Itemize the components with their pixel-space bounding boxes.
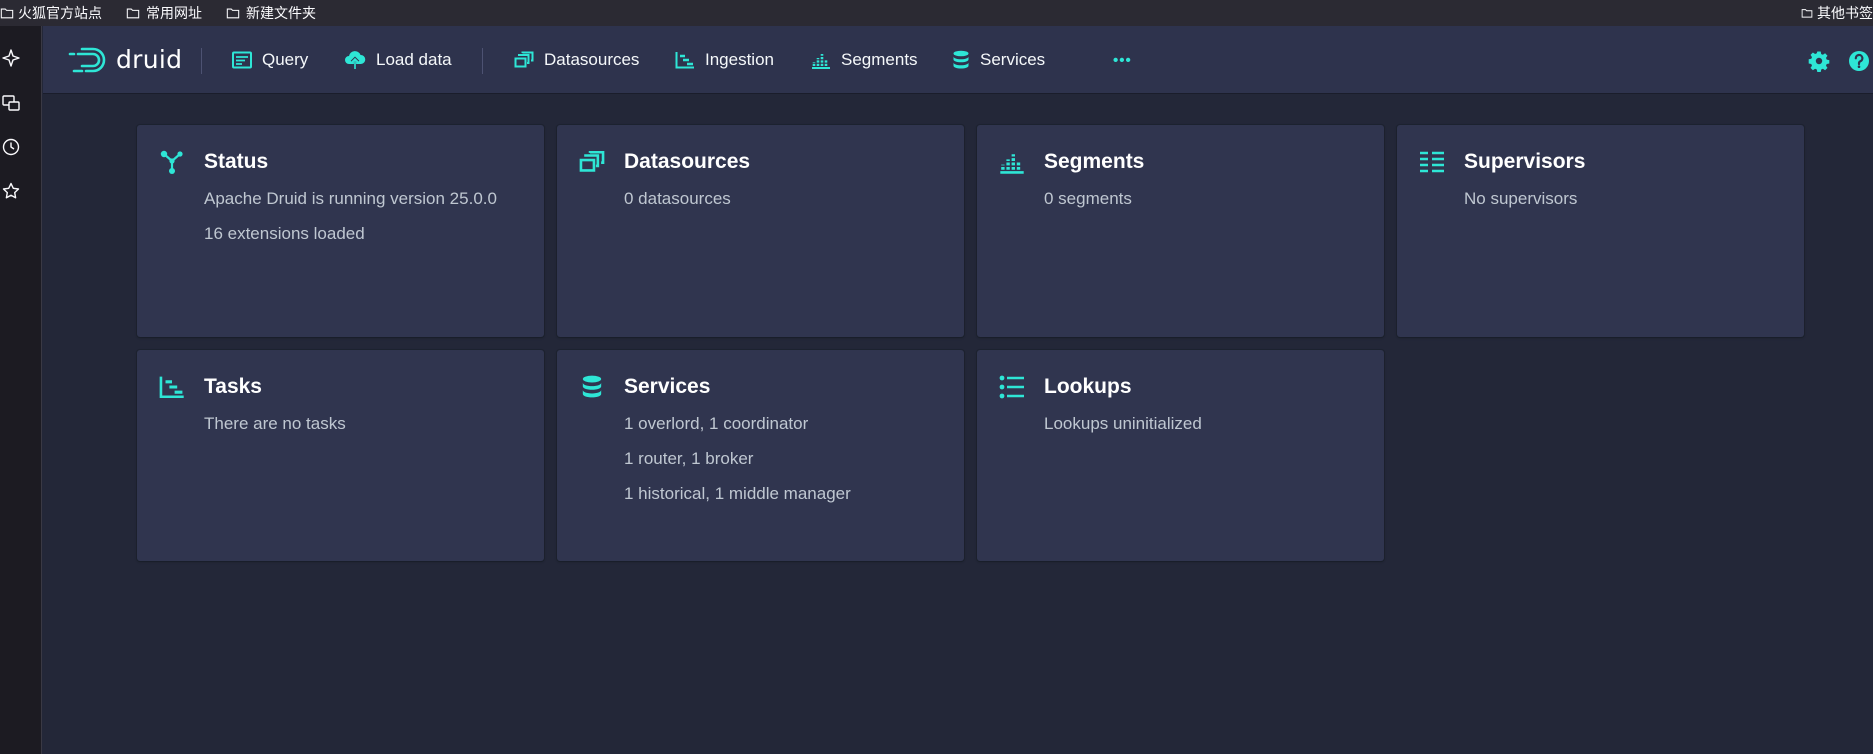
sparkle-icon[interactable] xyxy=(0,47,22,69)
bookmark-label: 常用网址 xyxy=(146,6,202,22)
bookmarks-toolbar: 火狐官方站点 常用网址 新建文件夹 其他书签 xyxy=(0,0,1873,26)
nav-label: Segments xyxy=(841,50,918,69)
card-text: 16 extensions loaded xyxy=(204,224,365,243)
segments-card[interactable]: Segments 0 segments xyxy=(977,125,1384,337)
nav-query[interactable]: Query xyxy=(232,44,308,76)
sync-tabs-icon[interactable] xyxy=(0,92,22,114)
cloud-upload-icon xyxy=(345,51,366,69)
folder-icon xyxy=(1801,9,1813,18)
bookmark-folder[interactable]: 常用网址 xyxy=(124,0,202,26)
graph-icon xyxy=(159,149,185,175)
lookups-card[interactable]: Lookups Lookups uninitialized xyxy=(977,350,1384,561)
database-icon xyxy=(953,50,969,69)
bookmark-folder[interactable]: 新建文件夹 xyxy=(224,0,316,26)
card-title: Tasks xyxy=(204,375,262,398)
datasources-icon xyxy=(514,51,534,68)
bookmark-folder[interactable]: 火狐官方站点 xyxy=(0,0,102,26)
segments-icon xyxy=(999,149,1025,175)
card-text: Lookups uninitialized xyxy=(1044,414,1202,433)
nav-segments[interactable]: Segments xyxy=(811,44,918,76)
ingestion-icon xyxy=(675,52,694,69)
card-text: No supervisors xyxy=(1464,189,1578,208)
nav-load-data[interactable]: Load data xyxy=(344,44,452,76)
datasources-icon xyxy=(579,149,605,175)
lookups-icon xyxy=(999,374,1025,400)
card-text: Apache Druid is running version 25.0.0 xyxy=(204,189,497,208)
supervisors-card[interactable]: Supervisors No supervisors xyxy=(1397,125,1804,337)
card-title: Datasources xyxy=(624,150,751,173)
nav-label: Ingestion xyxy=(705,50,774,69)
nav-label: Services xyxy=(980,50,1046,69)
card-title: Segments xyxy=(1044,150,1145,173)
header-divider xyxy=(201,48,202,74)
card-text: 0 segments xyxy=(1044,189,1132,208)
card-title: Supervisors xyxy=(1464,150,1586,173)
card-text: 1 overlord, 1 coordinator xyxy=(624,414,809,433)
status-card[interactable]: Status Apache Druid is running version 2… xyxy=(137,125,544,337)
nav-label: Datasources xyxy=(544,50,640,69)
bookmark-star-icon[interactable] xyxy=(0,180,22,202)
bookmark-label: 新建文件夹 xyxy=(246,6,316,22)
query-icon xyxy=(232,51,252,69)
browser-sidebar xyxy=(0,26,42,754)
help-icon[interactable] xyxy=(1848,50,1870,72)
datasources-card[interactable]: Datasources 0 datasources xyxy=(557,125,964,337)
nav-label: Query xyxy=(262,50,309,69)
card-title: Status xyxy=(204,150,269,173)
other-bookmarks[interactable]: 其他书签 xyxy=(1801,0,1873,26)
card-text: 1 historical, 1 middle manager xyxy=(624,484,851,503)
more-icon: ••• xyxy=(1113,51,1132,69)
gear-icon[interactable] xyxy=(1808,50,1830,72)
bookmark-label: 其他书签 xyxy=(1817,6,1873,22)
card-title: Lookups xyxy=(1044,375,1132,398)
segments-icon xyxy=(812,54,830,69)
druid-logo[interactable]: druid xyxy=(68,45,182,74)
card-text: 1 router, 1 broker xyxy=(624,449,754,468)
nav-ingestion[interactable]: Ingestion xyxy=(675,44,774,76)
bookmark-label: 火狐官方站点 xyxy=(18,6,102,22)
card-title: Services xyxy=(624,375,711,398)
card-text: There are no tasks xyxy=(204,414,346,433)
nav-services[interactable]: Services xyxy=(952,44,1045,76)
tasks-card[interactable]: Tasks There are no tasks xyxy=(137,350,544,561)
folder-icon xyxy=(226,8,240,19)
more-menu-button[interactable]: ••• xyxy=(1113,44,1132,76)
tasks-icon xyxy=(159,374,185,400)
druid-header: druid Query Load data Datasources Ingest… xyxy=(43,26,1873,94)
header-divider xyxy=(482,48,483,74)
nav-label: Load data xyxy=(376,50,452,69)
services-card[interactable]: Services 1 overlord, 1 coordinator 1 rou… xyxy=(557,350,964,561)
database-icon xyxy=(579,374,605,400)
folder-icon xyxy=(0,8,14,19)
logo-text: druid xyxy=(116,45,183,74)
card-text: 0 datasources xyxy=(624,189,731,208)
supervisors-icon xyxy=(1419,149,1445,175)
history-icon[interactable] xyxy=(0,136,22,158)
druid-logo-icon xyxy=(68,47,106,72)
folder-icon xyxy=(126,8,140,19)
nav-datasources[interactable]: Datasources xyxy=(514,44,639,76)
